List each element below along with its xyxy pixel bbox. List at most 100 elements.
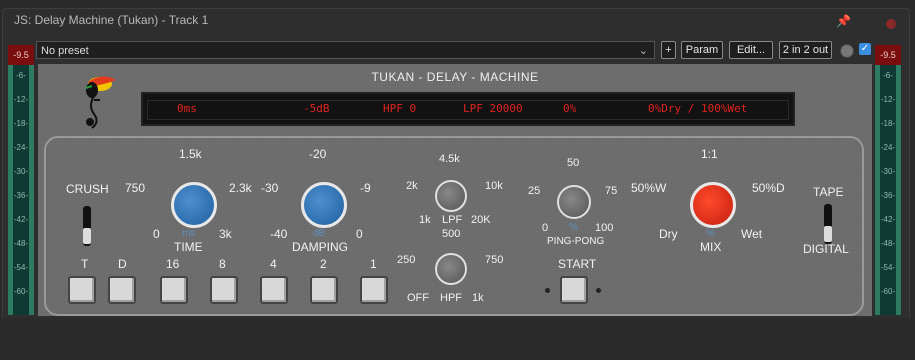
meter-tick: -36-: [13, 191, 29, 200]
hpf-scale-top: 500: [442, 228, 461, 240]
division-button-t[interactable]: [68, 276, 96, 304]
io-routing-button[interactable]: 2 in 2 out: [779, 41, 832, 59]
division-button-8[interactable]: [210, 276, 238, 304]
preset-dropdown[interactable]: No preset ⌄: [36, 41, 655, 59]
meter-tick: -42-: [880, 215, 896, 224]
hpf-label: HPF: [440, 292, 462, 304]
meter-tick: -42-: [13, 215, 29, 224]
pingpong-scale-left: 25: [528, 185, 541, 197]
lpf-scale-right: 10k: [485, 180, 503, 192]
start-led-right: [596, 288, 601, 293]
peak-readout-left: -9.5: [8, 45, 34, 65]
tape-switch-lever: [824, 226, 832, 242]
crush-switch-lever: [83, 228, 91, 244]
tape-label: TAPE: [813, 185, 844, 199]
division-button-d[interactable]: [108, 276, 136, 304]
meter-tick: -24-: [13, 143, 29, 152]
crush-switch[interactable]: [83, 206, 91, 246]
peak-readout-right: -9.5: [875, 45, 901, 65]
mix-scale-left: 50%W: [631, 181, 667, 195]
meter-tick: -54-: [13, 263, 29, 272]
digital-label: DIGITAL: [803, 242, 849, 256]
division-button-16[interactable]: [160, 276, 188, 304]
damping-scale-right: -9: [360, 181, 371, 195]
time-scale-min: 0: [153, 227, 160, 241]
display-pingpong: 0%: [563, 102, 577, 115]
lpf-scale-min: 1k: [419, 214, 431, 226]
start-led-left: [545, 288, 550, 293]
time-scale-top: 1.5k: [179, 147, 202, 161]
mix-scale-min: Dry: [659, 227, 678, 241]
plugin-ui: TUKAN - DELAY - MACHINE 0ms -5dB HPF 0 L…: [38, 64, 872, 316]
edit-button[interactable]: Edit...: [729, 41, 773, 59]
close-icon[interactable]: [886, 19, 896, 29]
meter-tick: -48-: [13, 239, 29, 248]
input-meter: -9.5 -6- -12- -18- -24- -30- -36- -42- -…: [8, 45, 34, 315]
meter-tick: -6-: [883, 71, 893, 80]
pingpong-unit: %: [569, 222, 578, 233]
division-label-d: D: [118, 257, 127, 271]
division-button-2[interactable]: [310, 276, 338, 304]
mix-label: MIX: [700, 240, 722, 254]
meter-tick: -18-: [880, 119, 896, 128]
start-button[interactable]: [560, 276, 588, 304]
division-button-1[interactable]: [360, 276, 388, 304]
damping-knob[interactable]: [301, 182, 347, 228]
damping-scale-max: 0: [356, 227, 363, 241]
time-label: TIME: [174, 240, 203, 254]
division-label-16: 16: [166, 257, 180, 271]
parameter-display: 0ms -5dB HPF 0 LPF 20000 0% 0%Dry / 100%…: [141, 92, 795, 126]
lpf-knob[interactable]: [435, 180, 467, 212]
time-scale-left: 750: [125, 181, 146, 195]
division-button-4[interactable]: [260, 276, 288, 304]
time-scale-max: 3k: [219, 227, 232, 241]
display-lpf: LPF 20000: [463, 102, 523, 115]
meter-tick: -12-: [13, 95, 29, 104]
toucan-logo-icon: [85, 76, 116, 129]
division-label-4: 4: [270, 257, 277, 271]
meter-tick: -24-: [880, 143, 896, 152]
param-button[interactable]: Param: [681, 41, 723, 59]
tape-digital-switch[interactable]: [824, 204, 832, 244]
mix-scale-max: Wet: [741, 227, 763, 241]
division-label-2: 2: [320, 257, 327, 271]
wet-knob-icon[interactable]: [840, 44, 854, 58]
display-hpf: HPF 0: [383, 102, 417, 115]
mix-unit: %: [706, 228, 715, 239]
meter-tick: -12-: [880, 95, 896, 104]
damping-scale-top: -20: [309, 147, 327, 161]
pingpong-scale-max: 100: [595, 222, 614, 234]
division-label-8: 8: [219, 257, 226, 271]
add-preset-button[interactable]: +: [661, 41, 676, 59]
pin-icon[interactable]: 📌: [836, 14, 851, 28]
preset-value: No preset: [41, 45, 89, 57]
window-title: JS: Delay Machine (Tukan) - Track 1: [14, 13, 209, 27]
display-time: 0ms: [177, 102, 197, 115]
hpf-scale-left: 250: [397, 254, 416, 266]
meter-tick: -6-: [16, 71, 26, 80]
meter-tick: -60-: [880, 287, 896, 296]
lpf-scale-top: 4.5k: [439, 153, 460, 165]
display-damping: -5dB: [303, 102, 330, 115]
meter-tick: -54-: [880, 263, 896, 272]
plugin-title: TUKAN - DELAY - MACHINE: [371, 70, 539, 84]
meter-tick: -18-: [13, 119, 29, 128]
time-scale-right: 2.3k: [229, 181, 252, 195]
time-knob[interactable]: [171, 182, 217, 228]
meter-tick: -30-: [13, 167, 29, 176]
start-label: START: [558, 257, 597, 271]
hpf-scale-min: OFF: [407, 292, 429, 304]
meter-tick: -30-: [880, 167, 896, 176]
bypass-checkbox[interactable]: ✓: [859, 43, 871, 55]
damping-label: DAMPING: [292, 240, 349, 254]
lpf-scale-max: 20K: [471, 214, 491, 226]
meter-tick: -36-: [880, 191, 896, 200]
mix-scale-top: 1:1: [701, 147, 718, 161]
mix-knob[interactable]: [690, 182, 736, 228]
lpf-scale-left: 2k: [406, 180, 418, 192]
hpf-knob[interactable]: [435, 253, 467, 285]
pingpong-knob[interactable]: [557, 185, 591, 219]
division-label-t: T: [81, 257, 89, 271]
damping-scale-left: -30: [261, 181, 279, 195]
pingpong-scale-top: 50: [567, 157, 580, 169]
